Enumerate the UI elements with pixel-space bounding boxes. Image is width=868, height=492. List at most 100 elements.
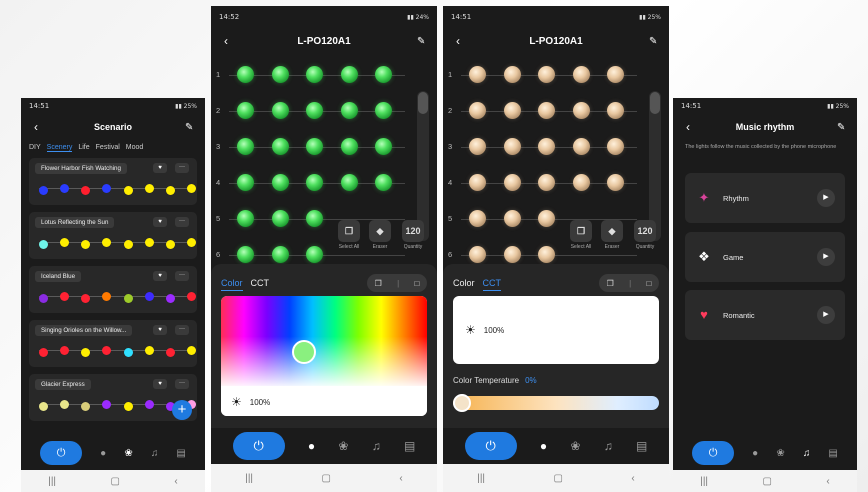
music-icon[interactable]: ♫ bbox=[803, 448, 811, 459]
schedule-icon[interactable]: ▤ bbox=[636, 439, 647, 453]
palette-icon[interactable]: ❀ bbox=[338, 439, 348, 453]
led-bulb[interactable] bbox=[469, 246, 486, 263]
save-icon[interactable]: ❐ bbox=[607, 279, 614, 288]
led-bulb[interactable] bbox=[237, 66, 254, 83]
quantity-button[interactable]: 120 Quantity bbox=[401, 220, 425, 250]
brightness-row[interactable]: ☀ 100% bbox=[221, 388, 427, 416]
led-bulb[interactable] bbox=[503, 174, 521, 191]
led-bulb[interactable] bbox=[469, 210, 486, 227]
led-bulb[interactable] bbox=[607, 138, 624, 155]
home-icon[interactable]: ▢ bbox=[322, 473, 331, 484]
led-bulb[interactable] bbox=[572, 138, 590, 155]
select-all-button[interactable]: ❐ Select All bbox=[569, 220, 593, 250]
recent-apps-icon[interactable]: ||| bbox=[700, 476, 708, 487]
copy-icon[interactable]: □ bbox=[414, 279, 419, 288]
select-all-button[interactable]: ❐ Select All bbox=[337, 220, 361, 250]
back-icon[interactable]: ‹ bbox=[31, 120, 41, 134]
led-bulb[interactable] bbox=[271, 210, 289, 227]
scroll-thumb[interactable] bbox=[650, 92, 660, 114]
back-nav-icon[interactable]: ‹ bbox=[174, 476, 177, 487]
back-icon[interactable]: ‹ bbox=[683, 120, 693, 134]
schedule-icon[interactable]: ▤ bbox=[176, 448, 185, 459]
eraser-button[interactable]: ◆ Eraser bbox=[368, 220, 392, 250]
power-button[interactable]: ⏻ bbox=[232, 432, 285, 460]
color-temperature-knob[interactable] bbox=[453, 394, 471, 412]
led-bulb[interactable] bbox=[237, 138, 254, 155]
color-temperature-slider[interactable] bbox=[453, 396, 659, 410]
power-button[interactable]: ⏻ bbox=[40, 441, 83, 465]
palette-icon[interactable]: ❀ bbox=[776, 448, 784, 459]
led-bulb[interactable] bbox=[607, 174, 624, 191]
led-bulb[interactable] bbox=[503, 66, 521, 83]
scroll-thumb[interactable] bbox=[418, 92, 428, 114]
tab-color[interactable]: Color bbox=[453, 278, 475, 291]
led-bulb[interactable] bbox=[271, 66, 289, 83]
tab-cct[interactable]: CCT bbox=[251, 278, 270, 291]
music-icon[interactable]: ♫ bbox=[372, 439, 381, 453]
palette-icon[interactable]: ❀ bbox=[124, 448, 132, 459]
edit-icon[interactable]: ✎ bbox=[649, 36, 659, 47]
recent-apps-icon[interactable]: ||| bbox=[477, 473, 485, 484]
led-bulb[interactable] bbox=[306, 138, 323, 155]
led-bulb[interactable] bbox=[572, 102, 590, 119]
back-nav-icon[interactable]: ‹ bbox=[826, 476, 829, 487]
scene-card[interactable]: Lotus Reflecting the Sun ♥ ··· bbox=[29, 212, 197, 259]
led-bulb[interactable] bbox=[340, 174, 358, 191]
led-bulb[interactable] bbox=[237, 174, 254, 191]
led-bulb[interactable] bbox=[538, 102, 555, 119]
schedule-icon[interactable]: ▤ bbox=[828, 448, 837, 459]
more-icon[interactable]: ··· bbox=[175, 271, 189, 281]
scene-card[interactable]: Iceland Blue ♥ ··· bbox=[29, 266, 197, 313]
favorite-icon[interactable]: ♥ bbox=[153, 325, 167, 335]
led-bulb[interactable] bbox=[306, 174, 323, 191]
led-bulb[interactable] bbox=[306, 246, 323, 263]
save-icon[interactable]: ❐ bbox=[375, 279, 382, 288]
favorite-icon[interactable]: ♥ bbox=[153, 379, 167, 389]
led-bulb[interactable] bbox=[469, 138, 486, 155]
led-bulb[interactable] bbox=[237, 102, 254, 119]
more-icon[interactable]: ··· bbox=[175, 325, 189, 335]
led-bulb[interactable] bbox=[306, 210, 323, 227]
led-bulb[interactable] bbox=[607, 66, 624, 83]
recent-apps-icon[interactable]: ||| bbox=[245, 473, 253, 484]
led-bulb[interactable] bbox=[306, 66, 323, 83]
scene-card[interactable]: Singing Orioles on the Willow... ♥ ··· bbox=[29, 320, 197, 367]
led-bulb[interactable] bbox=[607, 102, 624, 119]
more-icon[interactable]: ··· bbox=[175, 379, 189, 389]
back-icon[interactable]: ‹ bbox=[221, 34, 231, 48]
bulb-icon[interactable]: ● bbox=[752, 448, 758, 459]
back-nav-icon[interactable]: ‹ bbox=[399, 473, 402, 484]
home-icon[interactable]: ▢ bbox=[554, 473, 563, 484]
tab-cct[interactable]: CCT bbox=[482, 278, 502, 291]
more-icon[interactable]: ··· bbox=[175, 163, 189, 173]
led-bulb[interactable] bbox=[375, 66, 392, 83]
favorite-icon[interactable]: ♥ bbox=[153, 163, 167, 173]
led-bulb[interactable] bbox=[237, 246, 254, 263]
led-bulb[interactable] bbox=[237, 210, 254, 227]
back-icon[interactable]: ‹ bbox=[453, 34, 463, 48]
tab-festival[interactable]: Festival bbox=[96, 144, 120, 152]
led-bulb[interactable] bbox=[340, 102, 358, 119]
mode-rhythm[interactable]: ✦ Rhythm ▶ bbox=[685, 173, 845, 223]
brightness-panel[interactable]: ☀ 100% bbox=[453, 296, 659, 364]
led-bulb[interactable] bbox=[538, 66, 555, 83]
led-bulb[interactable] bbox=[340, 138, 358, 155]
music-icon[interactable]: ♫ bbox=[604, 439, 613, 453]
home-icon[interactable]: ▢ bbox=[763, 476, 772, 487]
led-bulb[interactable] bbox=[469, 102, 486, 119]
home-icon[interactable]: ▢ bbox=[111, 476, 120, 487]
play-icon[interactable]: ▶ bbox=[817, 248, 835, 266]
schedule-icon[interactable]: ▤ bbox=[404, 439, 415, 453]
led-bulb[interactable] bbox=[271, 138, 289, 155]
led-bulb[interactable] bbox=[375, 138, 392, 155]
led-bulb[interactable] bbox=[538, 210, 555, 227]
bulb-icon[interactable]: ● bbox=[308, 439, 315, 453]
scene-card[interactable]: Glacier Express ♥ ··· bbox=[29, 374, 197, 421]
edit-icon[interactable]: ✎ bbox=[417, 36, 427, 47]
led-bulb[interactable] bbox=[503, 138, 521, 155]
bulb-icon[interactable]: ● bbox=[100, 448, 106, 459]
led-bulb[interactable] bbox=[503, 210, 521, 227]
more-icon[interactable]: ··· bbox=[175, 217, 189, 227]
add-scene-button[interactable]: + bbox=[172, 400, 192, 420]
tab-mood[interactable]: Mood bbox=[126, 144, 144, 152]
